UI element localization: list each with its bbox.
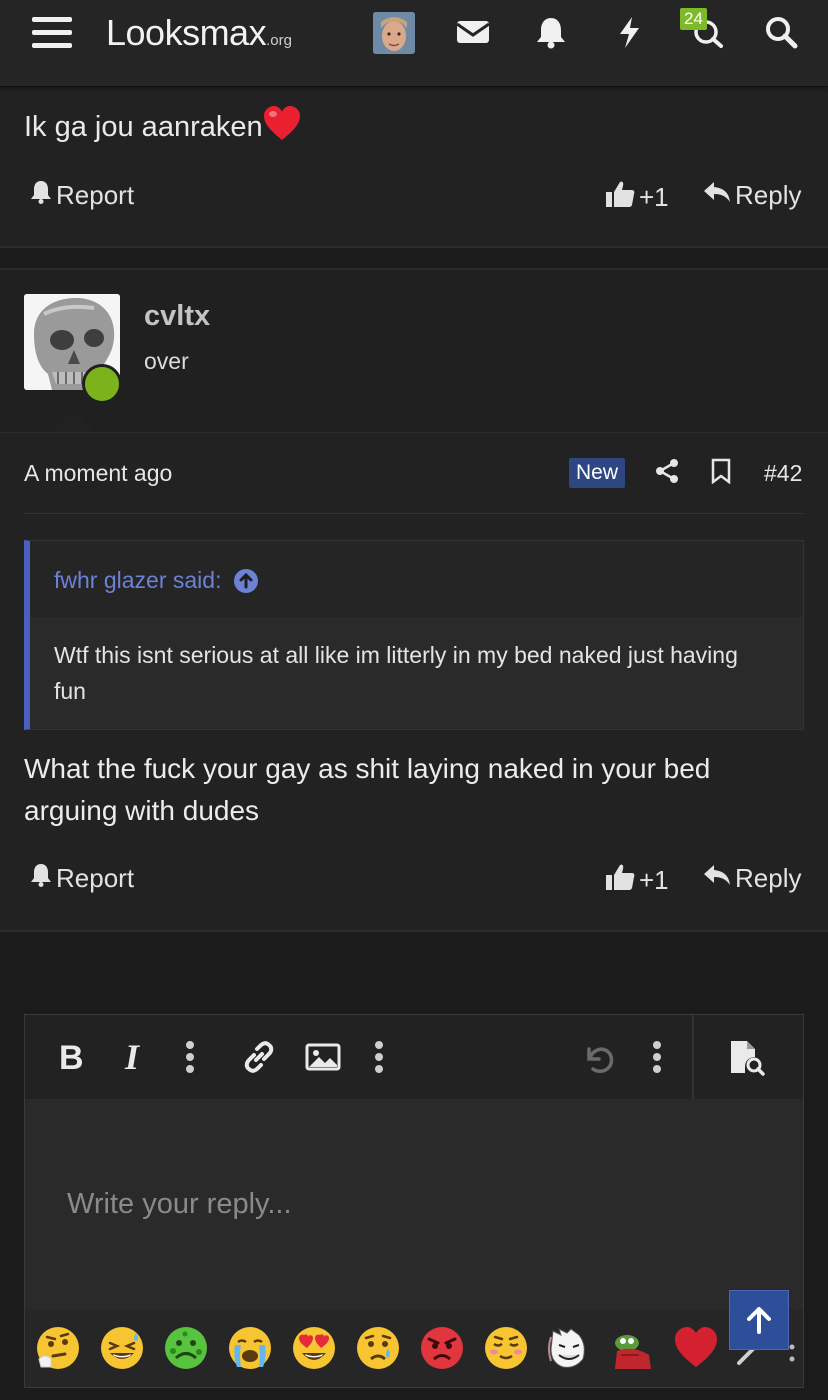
post-number[interactable]: #42	[764, 460, 802, 487]
quote-header: fwhr glazer said:	[30, 541, 803, 617]
image-icon[interactable]	[305, 1037, 341, 1077]
site-logo[interactable]: Looksmax.org	[106, 12, 292, 54]
online-status-indicator	[82, 364, 122, 404]
account-avatar[interactable]	[373, 12, 415, 54]
post-actions: Report +1 Reply	[0, 180, 828, 220]
reply-label: Reply	[735, 180, 802, 210]
more-options-icon[interactable]	[650, 1037, 664, 1077]
quote-author: fwhr glazer said:	[54, 567, 222, 593]
editor-toolbar: B I	[25, 1015, 803, 1100]
logo-text: Looksmax	[106, 12, 267, 53]
preview-icon[interactable]	[727, 1037, 767, 1077]
report-button[interactable]: Report	[30, 180, 134, 211]
relieved-face-emoji[interactable]	[483, 1325, 529, 1371]
loudly-crying-face-emoji[interactable]	[227, 1325, 273, 1371]
more-insert-options-icon[interactable]	[372, 1037, 386, 1077]
reply-button[interactable]: Reply	[703, 863, 801, 894]
envelope-icon[interactable]	[455, 14, 491, 50]
like-button[interactable]: +1	[605, 863, 669, 898]
arrow-up-icon	[746, 1306, 772, 1334]
svg-text:B: B	[59, 1039, 84, 1077]
like-count: +1	[639, 865, 669, 895]
italic-icon[interactable]: I	[121, 1037, 151, 1077]
undo-icon[interactable]	[581, 1037, 619, 1077]
report-button[interactable]: Report	[30, 863, 134, 894]
troll-meme-emoji[interactable]	[545, 1325, 591, 1371]
more-text-options-icon[interactable]	[183, 1037, 197, 1077]
thinking-face-emoji[interactable]	[35, 1325, 81, 1371]
post-user-block: cvltx over	[0, 270, 828, 433]
report-label: Report	[56, 863, 135, 893]
menu-icon[interactable]	[32, 15, 72, 51]
post-42: cvltx over A moment ago New #42 fwhr gla…	[0, 268, 828, 932]
top-navigation-bar: Looksmax.org 24	[0, 0, 828, 87]
grinning-squinting-sweat-emoji[interactable]	[99, 1325, 145, 1371]
search-icon[interactable]	[763, 14, 799, 50]
heart-eyes-emoji[interactable]	[291, 1325, 337, 1371]
nauseated-face-emoji[interactable]	[163, 1325, 209, 1371]
lightning-icon[interactable]	[612, 14, 648, 50]
post-previous: Ik ga jou aanraken Report +1 Reply	[0, 86, 828, 248]
bookmark-icon[interactable]	[710, 458, 732, 484]
link-icon[interactable]	[239, 1037, 279, 1077]
svg-text:I: I	[124, 1037, 141, 1077]
username[interactable]: cvltx	[144, 300, 210, 333]
angry-face-emoji[interactable]	[419, 1325, 465, 1371]
post-message: Ik ga jou aanraken	[24, 106, 301, 144]
alerts-count-badge: 24	[680, 8, 707, 30]
post-actions: Report +1 Reply	[0, 863, 828, 903]
scroll-to-top-button[interactable]	[729, 1290, 789, 1350]
reply-button[interactable]: Reply	[703, 180, 801, 211]
red-heart-emoji	[263, 106, 301, 142]
logo-suffix: .org	[266, 32, 292, 49]
like-button[interactable]: +1	[605, 180, 669, 215]
crying-face-emoji[interactable]	[355, 1325, 401, 1371]
bold-icon[interactable]: B	[57, 1037, 87, 1077]
reply-arrow-icon	[703, 180, 731, 211]
bell-icon[interactable]	[533, 14, 569, 50]
quote-block: fwhr glazer said: Wtf this isnt serious …	[24, 540, 804, 730]
post-message-text: Ik ga jou aanraken	[24, 111, 263, 143]
emoji-bar	[25, 1315, 803, 1385]
divider	[24, 513, 804, 514]
quote-author-link[interactable]: fwhr glazer said:	[54, 567, 259, 594]
user-title: over	[144, 348, 189, 374]
like-count: +1	[639, 182, 669, 212]
toolbar-divider	[692, 1015, 694, 1099]
report-label: Report	[56, 180, 135, 210]
bell-icon	[30, 863, 52, 894]
arrow-up-circle-icon[interactable]	[233, 568, 259, 594]
reply-label: Reply	[735, 863, 802, 893]
pepe-frog-emoji[interactable]	[609, 1325, 655, 1371]
thumbs-up-icon	[605, 180, 635, 215]
post-timestamp[interactable]: A moment ago	[24, 460, 172, 487]
user-block-arrow	[54, 412, 94, 432]
bell-icon	[30, 180, 52, 211]
reply-arrow-icon	[703, 863, 731, 894]
share-icon[interactable]	[654, 458, 680, 484]
new-badge: New	[569, 458, 626, 488]
post-message: What the fuck your gay as shit laying na…	[24, 753, 711, 826]
reply-input[interactable]	[25, 1099, 803, 1309]
reply-editor: B I	[24, 1014, 804, 1388]
thumbs-up-icon	[605, 863, 635, 898]
quote-text: Wtf this isnt serious at all like im lit…	[54, 642, 738, 704]
red-heart-emoji[interactable]	[673, 1325, 719, 1371]
